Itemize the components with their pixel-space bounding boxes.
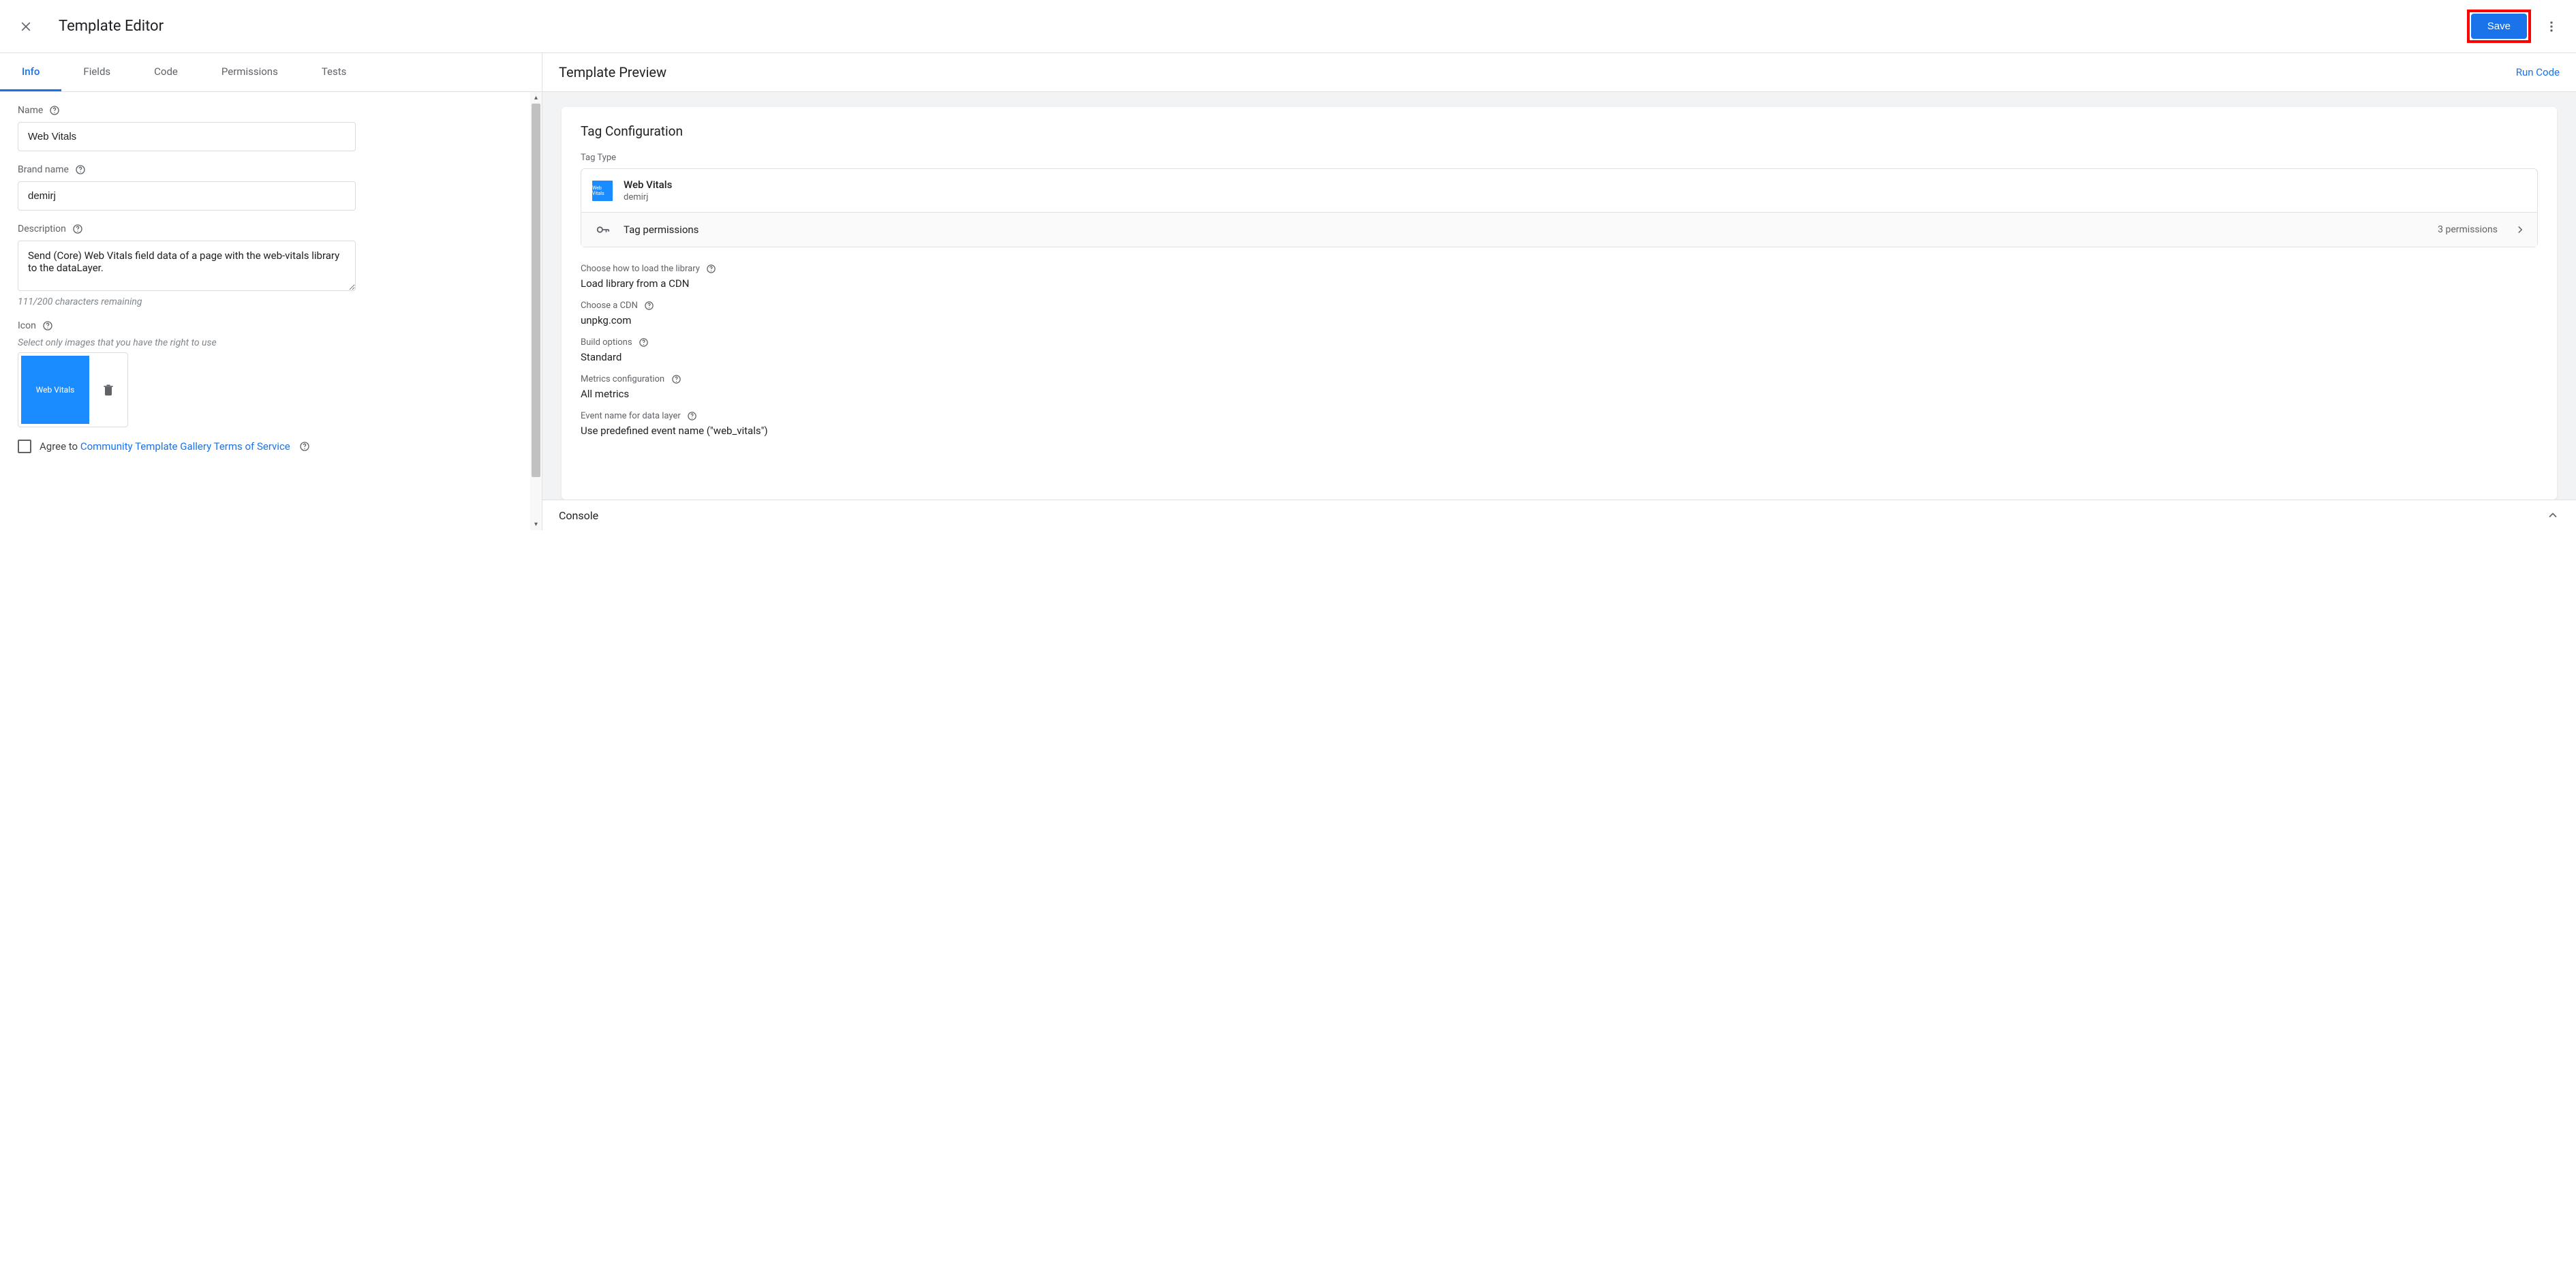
agree-prefix: Agree to [40, 440, 80, 453]
tab-tests[interactable]: Tests [300, 53, 369, 91]
tab-permissions[interactable]: Permissions [200, 53, 300, 91]
run-code-button[interactable]: Run Code [2516, 66, 2560, 78]
config-item: Choose a CDN unpkg.com [581, 299, 2538, 326]
tab-code[interactable]: Code [132, 53, 200, 91]
scroll-up-arrow[interactable]: ▴ [530, 92, 542, 104]
help-icon[interactable] [298, 440, 311, 453]
chevron-right-icon [2514, 224, 2526, 236]
tag-permissions-count: 3 permissions [2438, 224, 2498, 235]
tag-type-icon: Web Vitals [592, 181, 613, 201]
tag-permissions-label: Tag permissions [624, 224, 699, 236]
tag-type-row[interactable]: Web Vitals Web Vitals demirj [581, 169, 2537, 213]
help-icon[interactable] [686, 410, 699, 422]
help-icon[interactable] [638, 336, 650, 348]
trash-icon [102, 383, 115, 397]
tag-type-label: Tag Type [581, 153, 2538, 163]
preview-pane: Template Preview Run Code Tag Configurat… [542, 53, 2576, 530]
config-label: Metrics configuration [581, 374, 664, 384]
delete-icon-button[interactable] [96, 378, 121, 402]
toolbar: Template Editor Save [0, 0, 2576, 53]
chevron-up-icon [2546, 508, 2560, 522]
page-title: Template Editor [59, 18, 164, 35]
tab-bar: Info Fields Code Permissions Tests [0, 53, 542, 92]
editor-pane: Info Fields Code Permissions Tests Name [0, 53, 542, 530]
config-value: Standard [581, 351, 2538, 363]
preview-title: Template Preview [559, 64, 666, 80]
brand-label: Brand name [18, 164, 69, 175]
more-vert-icon [2545, 20, 2558, 33]
tab-info[interactable]: Info [0, 53, 61, 91]
close-icon [19, 20, 33, 33]
icon-card: Web Vitals [18, 352, 128, 427]
name-input[interactable] [18, 122, 356, 151]
tag-config-card: Tag Configuration Tag Type Web Vitals We… [562, 107, 2557, 500]
config-item: Metrics configuration All metrics [581, 373, 2538, 400]
close-button[interactable] [10, 10, 42, 43]
help-icon[interactable] [72, 223, 84, 235]
tag-permissions-row[interactable]: Tag permissions 3 permissions [581, 213, 2537, 247]
description-remaining: 111/200 characters remaining [18, 296, 524, 307]
name-label: Name [18, 105, 43, 116]
icon-thumbnail[interactable]: Web Vitals [21, 356, 89, 424]
config-item: Choose how to load the library Load libra… [581, 262, 2538, 290]
config-value: All metrics [581, 388, 2538, 400]
icon-hint: Select only images that you have the rig… [18, 337, 524, 348]
help-icon[interactable] [48, 104, 61, 117]
more-menu-button[interactable] [2536, 12, 2566, 42]
scroll-thumb[interactable] [532, 104, 540, 477]
console-expand-button[interactable] [2546, 508, 2560, 522]
config-value: Use predefined event name ("web_vitals") [581, 425, 2538, 437]
config-item: Build options Standard [581, 336, 2538, 363]
description-label: Description [18, 224, 66, 234]
console-panel[interactable]: Console [542, 500, 2576, 530]
brand-input[interactable] [18, 181, 356, 211]
console-title: Console [559, 509, 598, 522]
tag-type-name: Web Vitals [624, 179, 672, 191]
icon-label: Icon [18, 320, 36, 331]
terms-link[interactable]: Community Template Gallery Terms of Serv… [80, 440, 290, 453]
help-icon[interactable] [670, 373, 682, 385]
save-highlight-box: Save [2467, 10, 2531, 43]
help-icon[interactable] [643, 299, 656, 311]
config-label: Event name for data layer [581, 411, 681, 421]
tag-type-brand: demirj [624, 192, 672, 202]
config-value: unpkg.com [581, 314, 2538, 326]
tag-config-heading: Tag Configuration [581, 123, 2538, 139]
description-input[interactable] [18, 241, 356, 291]
info-form: Name Brand name [0, 92, 542, 530]
tab-fields[interactable]: Fields [61, 53, 132, 91]
config-item: Event name for data layer Use predefined … [581, 410, 2538, 437]
config-label: Build options [581, 337, 632, 348]
help-icon[interactable] [705, 262, 718, 275]
scroll-down-arrow[interactable]: ▾ [530, 519, 542, 530]
config-label: Choose a CDN [581, 301, 638, 311]
key-icon [595, 222, 610, 237]
config-label: Choose how to load the library [581, 264, 700, 274]
help-icon[interactable] [42, 320, 54, 332]
help-icon[interactable] [74, 164, 87, 176]
scroll-track[interactable] [530, 104, 542, 519]
config-value: Load library from a CDN [581, 277, 2538, 290]
save-button[interactable]: Save [2471, 14, 2527, 39]
agree-checkbox[interactable] [18, 440, 31, 453]
editor-scrollbar[interactable]: ▴ ▾ [530, 92, 542, 530]
